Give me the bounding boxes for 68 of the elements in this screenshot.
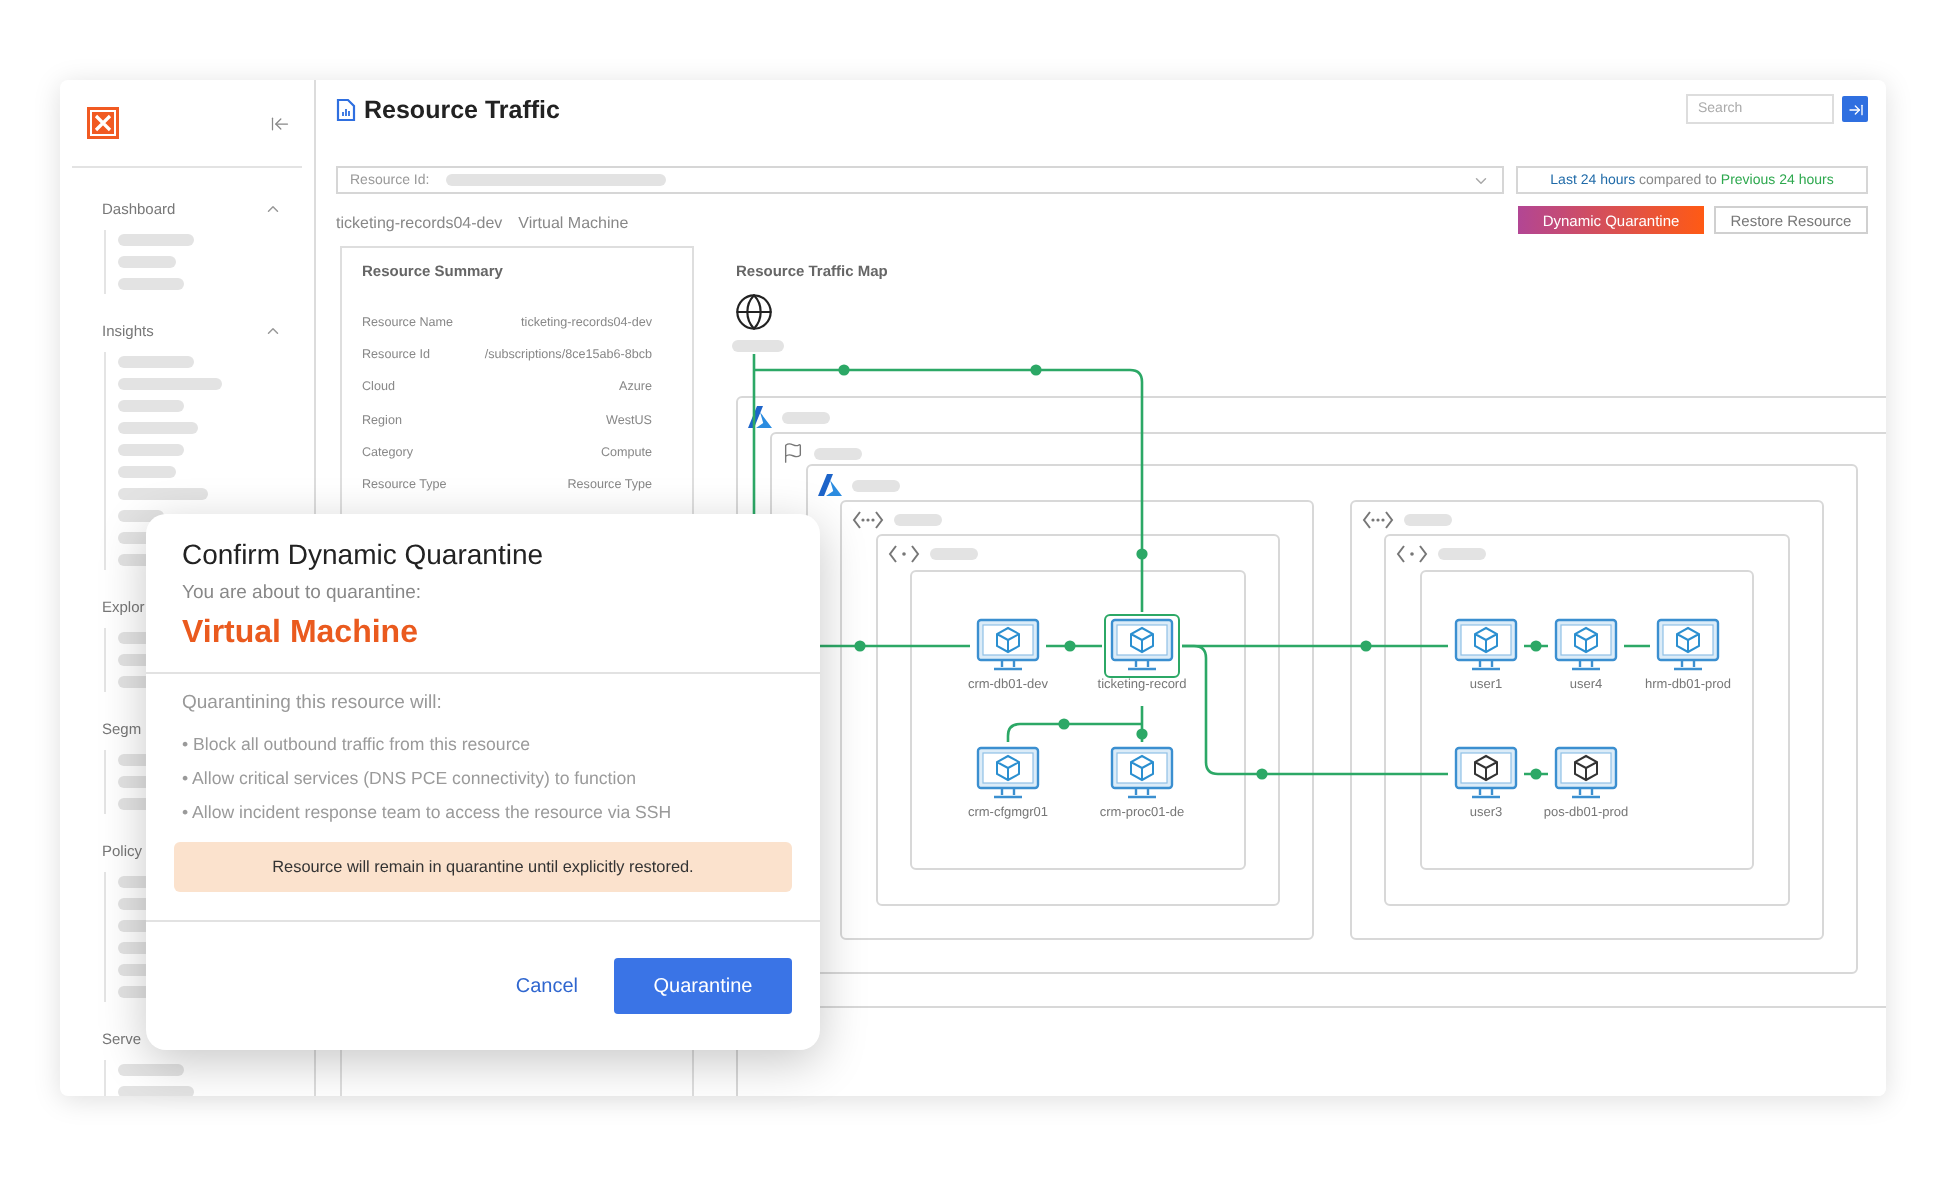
effect-item: • Allow incident response team to access the resource via SSH xyxy=(182,802,674,822)
skeleton-bar xyxy=(852,479,900,491)
skeleton-bar xyxy=(894,514,942,526)
skeleton-bar xyxy=(782,411,830,423)
junction-dot xyxy=(838,364,850,376)
cancel-button[interactable]: Cancel xyxy=(515,970,578,1002)
skeleton-bar xyxy=(118,378,222,390)
virtual-machine-icon xyxy=(1454,618,1518,674)
skeleton-bar xyxy=(118,510,164,522)
effect-item: • Allow critical services (DNS PCE connectivity) to function xyxy=(182,768,638,788)
junction-dot xyxy=(1256,768,1268,780)
azure-icon xyxy=(748,406,772,428)
flag-icon xyxy=(782,442,804,464)
globe-icon xyxy=(734,292,774,332)
virtual-machine-icon xyxy=(976,618,1040,674)
dialog-title: Confirm Dynamic Quarantine xyxy=(182,538,546,570)
junction-dot xyxy=(854,640,866,652)
virtual-machine-icon xyxy=(1110,746,1174,802)
target-name: Virtual Machine xyxy=(182,616,420,652)
junction-dot xyxy=(1136,548,1148,560)
junction-dot xyxy=(1530,768,1542,780)
skeleton-bar xyxy=(1404,514,1452,526)
logo-icon xyxy=(86,106,120,140)
arrow-icon xyxy=(1847,101,1863,117)
network-icon xyxy=(1362,510,1394,530)
virtual-machine-icon xyxy=(1554,746,1618,802)
resource-name: ticketing-records04-dev xyxy=(336,214,503,232)
node-frame[interactable] xyxy=(1104,614,1180,678)
skeleton-bar xyxy=(118,422,198,434)
page-title: Resource Traffic xyxy=(364,95,560,123)
junction-dot xyxy=(1058,718,1070,730)
skeleton-bar xyxy=(118,1086,194,1096)
skeleton-bar xyxy=(118,466,176,478)
subnet-icon xyxy=(888,544,920,564)
junction-dot xyxy=(1064,640,1076,652)
resource-type: Virtual Machine xyxy=(518,214,629,232)
skeleton-bar xyxy=(814,447,862,459)
azure-icon xyxy=(818,474,842,496)
skeleton-bar xyxy=(1438,548,1486,560)
skeleton-bar xyxy=(118,234,194,246)
network-icon xyxy=(852,510,884,530)
virtual-machine-icon xyxy=(1656,618,1720,674)
junction-dot xyxy=(1136,728,1148,740)
search-button[interactable] xyxy=(1842,96,1868,122)
virtual-machine-icon xyxy=(1110,618,1174,674)
skeleton-bar xyxy=(118,444,184,456)
virtual-machine-icon xyxy=(1454,746,1518,802)
skeleton-bar xyxy=(118,1064,184,1076)
skeleton-bar xyxy=(118,400,184,412)
junction-dot xyxy=(1030,364,1042,376)
effects-heading: Quarantining this resource will: xyxy=(182,692,444,714)
collapse-icon[interactable] xyxy=(270,113,290,133)
skeleton-bar xyxy=(118,356,194,368)
junction-dot xyxy=(1530,640,1542,652)
skeleton-bar xyxy=(118,488,208,500)
dialog-intro: You are about to quarantine: xyxy=(182,582,424,604)
skeleton-bar xyxy=(118,278,184,290)
notice-banner: Resource will remain in quarantine until explicitly restored. xyxy=(174,842,792,892)
confirm-button[interactable]: Quarantine xyxy=(614,958,792,1014)
virtual-machine-icon xyxy=(1554,618,1618,674)
skeleton-bar xyxy=(930,548,978,560)
effect-item: • Block all outbound traffic from this resource xyxy=(182,734,533,754)
junction-dot xyxy=(1360,640,1372,652)
report-icon xyxy=(336,97,356,121)
skeleton-bar xyxy=(732,340,784,352)
skeleton-bar xyxy=(118,256,176,268)
virtual-machine-icon xyxy=(976,746,1040,802)
subnet-icon xyxy=(1396,544,1428,564)
